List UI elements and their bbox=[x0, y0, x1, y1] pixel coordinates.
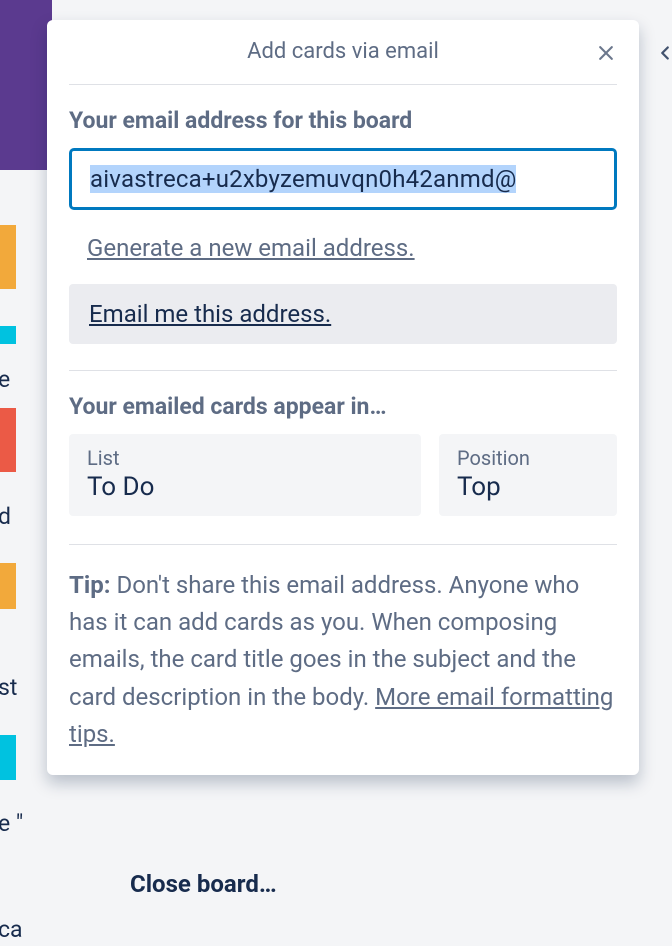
email-me-address-button[interactable]: Email me this address. bbox=[69, 284, 617, 344]
divider bbox=[69, 544, 617, 545]
tip-text: Tip: Don't share this email address. Any… bbox=[69, 567, 617, 753]
bg-fragment: st bbox=[0, 674, 17, 701]
close-board-button[interactable]: Close board… bbox=[130, 870, 277, 898]
email-to-board-popover: Add cards via email Your email address f… bbox=[47, 20, 639, 775]
popover-header: Add cards via email bbox=[47, 20, 639, 84]
position-selector[interactable]: Position Top bbox=[439, 434, 617, 516]
email-address-value: aivastreca+u2xbyzemuvqn0h42anmd@ bbox=[90, 165, 516, 193]
label-stripe bbox=[0, 735, 16, 780]
label-stripe bbox=[0, 408, 16, 472]
popover-title: Add cards via email bbox=[247, 39, 439, 64]
appear-in-label: Your emailed cards appear in… bbox=[69, 393, 617, 420]
bg-fragment: d bbox=[0, 503, 11, 530]
position-selector-value: Top bbox=[457, 472, 599, 502]
bg-fragment: e bbox=[0, 366, 10, 393]
chevron-left-icon[interactable] bbox=[654, 38, 672, 71]
label-stripe bbox=[0, 225, 16, 289]
label-stripe bbox=[0, 326, 16, 344]
appear-row: List To Do Position Top bbox=[69, 434, 617, 516]
email-address-field[interactable]: aivastreca+u2xbyzemuvqn0h42anmd@ bbox=[69, 148, 617, 210]
list-selector[interactable]: List To Do bbox=[69, 434, 421, 516]
divider bbox=[69, 370, 617, 371]
label-stripe bbox=[0, 563, 16, 609]
list-selector-value: To Do bbox=[87, 472, 403, 502]
generate-new-email-link[interactable]: Generate a new email address. bbox=[69, 234, 617, 262]
bg-purple-strip bbox=[0, 0, 52, 170]
divider bbox=[69, 84, 617, 85]
email-address-label: Your email address for this board bbox=[69, 107, 617, 134]
tip-prefix: Tip: bbox=[69, 571, 110, 599]
bg-fragment: e " bbox=[0, 810, 23, 837]
list-selector-label: List bbox=[87, 446, 403, 470]
position-selector-label: Position bbox=[457, 446, 599, 470]
close-button[interactable] bbox=[593, 40, 619, 66]
bg-fragment: ca bbox=[0, 916, 23, 943]
close-icon bbox=[596, 43, 616, 63]
